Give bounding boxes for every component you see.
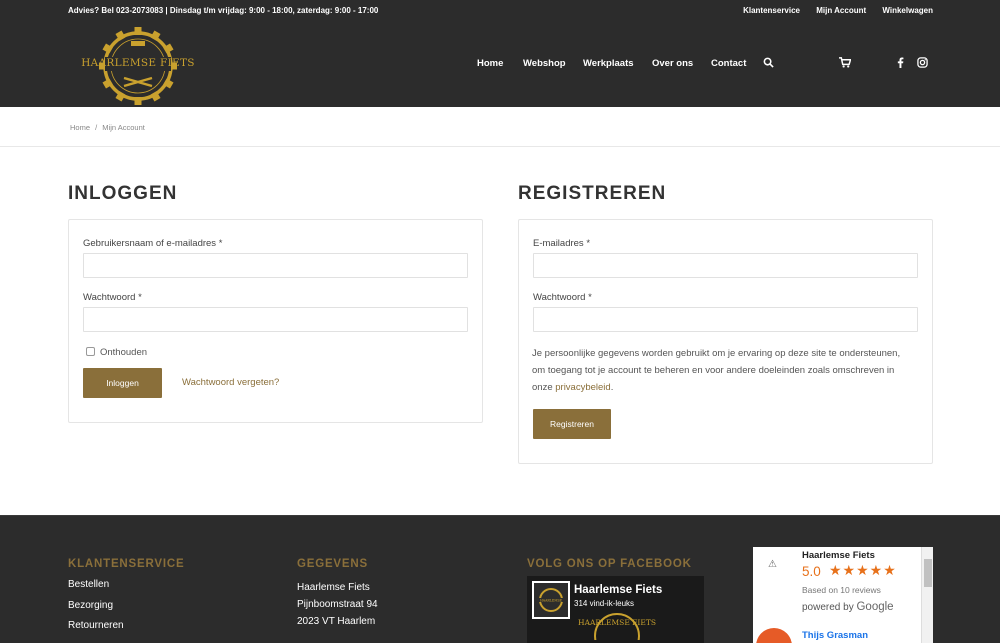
site-logo[interactable]: HAARLEMSE FIETS (78, 26, 198, 106)
google-powered-by: powered by Google (802, 601, 894, 613)
register-title: REGISTREREN (518, 183, 667, 204)
google-review-count: Based on 10 reviews (802, 585, 881, 595)
footer-company-name: Haarlemse Fiets (297, 582, 370, 593)
register-password-label: Wachtwoord * (533, 292, 592, 303)
nav-item-webshop[interactable]: Webshop (523, 58, 566, 69)
google-reviews-widget: ⚠ Haarlemse Fiets 5.0 ★★★★★ Based on 10 … (753, 547, 933, 643)
contact-info: Advies? Bel 023-2073083 | Dinsdag t/m vr… (68, 6, 379, 15)
username-input[interactable] (83, 253, 468, 278)
privacy-period: . (610, 382, 614, 393)
logo-text: HAARLEMSE FIETS (81, 57, 195, 69)
nav-item-contact[interactable]: Contact (711, 58, 746, 69)
footer-link-bestellen[interactable]: Bestellen (68, 579, 109, 590)
site-header: Advies? Bel 023-2073083 | Dinsdag t/m vr… (0, 0, 1000, 107)
facebook-page-name[interactable]: Haarlemse Fiets (574, 584, 662, 596)
google-wordmark: Google (856, 601, 894, 613)
facebook-cover-logo-text: HAARLEMSE FIETS (578, 618, 656, 627)
footer-klantenservice-title: KLANTENSERVICE (68, 558, 185, 570)
facebook-page-thumbnail: HAARLEMSE (532, 581, 570, 619)
reviewer-avatar (756, 628, 792, 643)
register-password-input[interactable] (533, 307, 918, 332)
top-link-klantenservice[interactable]: Klantenservice (743, 6, 800, 15)
warning-icon: ⚠ (768, 559, 777, 570)
login-title: INLOGGEN (68, 183, 178, 204)
password-input[interactable] (83, 307, 468, 332)
reviewer-name[interactable]: Thijs Grasman (802, 630, 868, 641)
top-bar: Advies? Bel 023-2073083 | Dinsdag t/m vr… (68, 6, 933, 18)
password-label: Wachtwoord * (83, 292, 142, 303)
breadcrumb-separator: / (95, 123, 98, 132)
footer-address-city: 2023 VT Haarlem (297, 616, 376, 627)
top-link-winkelwagen[interactable]: Winkelwagen (882, 6, 933, 15)
email-label: E-mailadres * (533, 238, 591, 249)
scrollbar-thumb[interactable] (924, 559, 932, 587)
breadcrumb-current: Mijn Account (102, 123, 145, 132)
top-link-mijn-account[interactable]: Mijn Account (816, 6, 866, 15)
username-label: Gebruikersnaam of e-mailadres * (83, 238, 223, 249)
breadcrumb: Home / Mijn Account (70, 123, 145, 132)
footer-address-street: Pijnboomstraat 94 (297, 599, 378, 610)
cart-icon[interactable] (839, 57, 852, 71)
nav-item-werkplaats[interactable]: Werkplaats (583, 58, 634, 69)
footer-facebook-title: VOLG ONS OP FACEBOOK (527, 558, 692, 570)
privacy-notice: Je persoonlijke gegevens worden gebruikt… (532, 345, 912, 396)
remember-checkbox[interactable] (86, 347, 95, 356)
top-links: Klantenservice Mijn Account Winkelwagen (729, 6, 933, 15)
facebook-icon[interactable] (897, 57, 904, 71)
remember-label[interactable]: Onthouden (100, 347, 147, 358)
powered-by-text: powered by (802, 602, 854, 613)
star-rating-icon: ★★★★★ (829, 562, 897, 578)
search-icon[interactable] (763, 57, 774, 71)
privacy-link[interactable]: privacybeleid (555, 382, 610, 393)
footer-link-bezorging[interactable]: Bezorging (68, 600, 113, 611)
forgot-password-link[interactable]: Wachtwoord vergeten? (182, 377, 279, 388)
footer-gegevens-title: GEGEVENS (297, 558, 368, 570)
reviews-scrollbar[interactable] (921, 547, 933, 643)
breadcrumb-bar: Home / Mijn Account (0, 107, 1000, 147)
register-button[interactable]: Registreren (533, 409, 611, 439)
google-rating: 5.0 (802, 564, 821, 579)
breadcrumb-home[interactable]: Home (70, 123, 90, 132)
google-business-name[interactable]: Haarlemse Fiets (802, 550, 875, 561)
login-button[interactable]: Inloggen (83, 368, 162, 398)
facebook-widget[interactable]: HAARLEMSE Haarlemse Fiets 314 vind-ik-le… (527, 576, 704, 643)
instagram-icon[interactable] (917, 57, 928, 71)
svg-text:HAARLEMSE: HAARLEMSE (540, 599, 563, 603)
footer-link-retourneren[interactable]: Retourneren (68, 620, 124, 631)
nav-item-over-ons[interactable]: Over ons (652, 58, 693, 69)
email-input[interactable] (533, 253, 918, 278)
nav-item-home[interactable]: Home (477, 58, 503, 69)
